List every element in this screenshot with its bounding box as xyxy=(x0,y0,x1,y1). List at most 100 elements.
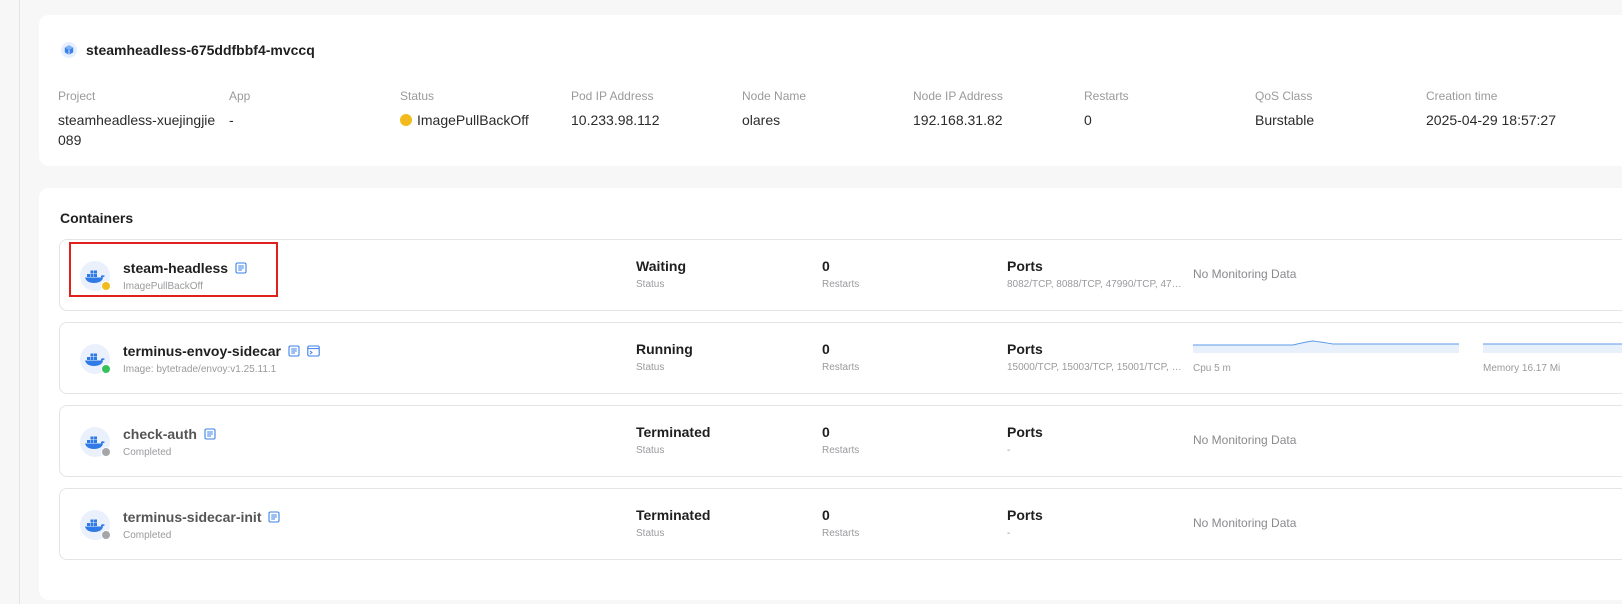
field-label: Node Name xyxy=(742,89,807,103)
pod-info-card: steamheadless-675ddfbbf4-mvccq Project s… xyxy=(39,15,1622,166)
memory-label: Memory 16.17 Mi xyxy=(1483,363,1561,374)
doc-icon[interactable] xyxy=(288,345,300,357)
no-monitoring-data: No Monitoring Data xyxy=(1193,516,1297,530)
container-row-terminus-envoy-sidecar[interactable]: terminus-envoy-sidecar Image: bytetrade/… xyxy=(59,322,1622,394)
ports-label: Ports xyxy=(1007,258,1043,274)
ports-metric: Ports 8082/TCP, 8088/TCP, 47990/TCP, 479… xyxy=(1007,258,1187,290)
container-sub: Image: bytetrade/envoy:v1.25.11.1 xyxy=(123,364,277,375)
page-left-border xyxy=(19,0,20,604)
restarts-metric: 0 Restarts xyxy=(822,341,859,373)
cpu-label: Cpu 5 m xyxy=(1193,363,1231,374)
container-name[interactable]: check-auth xyxy=(123,426,216,442)
container-name-text[interactable]: steam-headless xyxy=(123,260,228,276)
terminal-icon[interactable] xyxy=(307,345,320,357)
field-value: 2025-04-29 18:57:27 xyxy=(1426,112,1556,128)
cpu-sparkline xyxy=(1193,340,1459,353)
container-name-text[interactable]: check-auth xyxy=(123,426,197,442)
status-dot xyxy=(400,114,412,126)
ports-value: 8082/TCP, 8088/TCP, 47990/TCP, 47984/TCP xyxy=(1007,279,1187,290)
ports-label: Ports xyxy=(1007,507,1043,523)
ports-value: - xyxy=(1007,445,1011,456)
status-label: Status xyxy=(636,279,665,290)
container-name[interactable]: terminus-sidecar-init xyxy=(123,509,281,525)
ports-metric: Ports - xyxy=(1007,424,1187,456)
container-status-dot xyxy=(101,364,111,374)
field-label: QoS Class xyxy=(1255,89,1313,103)
status-label: Status xyxy=(636,528,665,539)
doc-icon[interactable] xyxy=(235,262,247,274)
field-value: - xyxy=(229,112,234,128)
field-status: Status ImagePullBackOff xyxy=(400,88,570,130)
memory-sparkline xyxy=(1483,343,1622,353)
pod-cube-icon xyxy=(61,42,77,58)
field-label: Project xyxy=(58,89,96,103)
status-metric: Terminated Status xyxy=(636,507,710,539)
container-sub: Completed xyxy=(123,447,172,458)
status-value: Running xyxy=(636,341,693,357)
status-metric: Running Status xyxy=(636,341,693,373)
field-value-status: ImagePullBackOff xyxy=(400,110,570,130)
no-monitoring-data: No Monitoring Data xyxy=(1193,433,1297,447)
doc-icon[interactable] xyxy=(204,428,216,440)
restarts-metric: 0 Restarts xyxy=(822,424,859,456)
field-value: 10.233.98.112 xyxy=(571,112,660,128)
container-status-dot xyxy=(101,281,111,291)
field-label: Status xyxy=(400,89,435,103)
no-monitoring-data: No Monitoring Data xyxy=(1193,267,1297,281)
ports-value: - xyxy=(1007,528,1011,539)
container-name[interactable]: steam-headless xyxy=(123,260,247,276)
ports-metric: Ports 15000/TCP, 15003/TCP, 15001/TCP, 1… xyxy=(1007,341,1187,373)
field-value: 0 xyxy=(1084,112,1092,128)
restarts-metric: 0 Restarts xyxy=(822,258,859,290)
pod-title: steamheadless-675ddfbbf4-mvccq xyxy=(86,42,315,58)
status-metric: Waiting Status xyxy=(636,258,686,290)
container-row-terminus-sidecar-init[interactable]: terminus-sidecar-init Completed Terminat… xyxy=(59,488,1622,560)
field-app: App - xyxy=(229,88,399,130)
container-name-text[interactable]: terminus-envoy-sidecar xyxy=(123,343,281,359)
ports-value: 15000/TCP, 15003/TCP, 15001/TCP, 15002/T… xyxy=(1007,362,1187,373)
field-label: App xyxy=(229,89,251,103)
field-creation-time: Creation time 2025-04-29 18:57:27 xyxy=(1426,88,1596,130)
field-qos-class: QoS Class Burstable xyxy=(1255,88,1425,130)
restarts-label: Restarts xyxy=(822,445,860,456)
status-value: Terminated xyxy=(636,507,711,523)
field-node-ip: Node IP Address 192.168.31.82 xyxy=(913,88,1083,130)
container-row-steam-headless[interactable]: steam-headless ImagePullBackOff Waiting … xyxy=(59,239,1622,311)
container-status-dot xyxy=(101,530,111,540)
field-label: Restarts xyxy=(1084,89,1129,103)
containers-title: Containers xyxy=(60,210,134,226)
restarts-value: 0 xyxy=(822,424,830,440)
field-value: 192.168.31.82 xyxy=(913,112,1003,128)
restarts-label: Restarts xyxy=(822,528,860,539)
restarts-label: Restarts xyxy=(822,362,860,373)
ports-label: Ports xyxy=(1007,341,1043,357)
container-sub: Completed xyxy=(123,530,172,541)
field-label: Creation time xyxy=(1426,89,1498,103)
field-label: Node IP Address xyxy=(913,89,1003,103)
field-value: Burstable xyxy=(1255,112,1315,128)
field-value: olares xyxy=(742,112,781,128)
container-name-text[interactable]: terminus-sidecar-init xyxy=(123,509,261,525)
container-row-check-auth[interactable]: check-auth Completed Terminated Status 0… xyxy=(59,405,1622,477)
restarts-value: 0 xyxy=(822,258,830,274)
pod-header: steamheadless-675ddfbbf4-mvccq xyxy=(61,42,315,58)
field-node-name: Node Name olares xyxy=(742,88,912,130)
field-restarts: Restarts 0 xyxy=(1084,88,1254,130)
containers-card: Containers steam-headless ImagePullBackO… xyxy=(39,188,1622,600)
field-value: steamheadless-xuejingjie089 xyxy=(58,112,216,148)
restarts-value: 0 xyxy=(822,507,830,523)
ports-metric: Ports - xyxy=(1007,507,1187,539)
restarts-value: 0 xyxy=(822,341,830,357)
doc-icon[interactable] xyxy=(268,511,281,523)
status-value: Terminated xyxy=(636,424,711,440)
restarts-label: Restarts xyxy=(822,279,860,290)
ports-label: Ports xyxy=(1007,424,1043,440)
field-project: Project steamheadless-xuejingjie089 xyxy=(58,88,228,150)
container-status-dot xyxy=(101,447,111,457)
container-name[interactable]: terminus-envoy-sidecar xyxy=(123,343,320,359)
status-label: Status xyxy=(636,445,665,456)
restarts-metric: 0 Restarts xyxy=(822,507,859,539)
field-pod-ip: Pod IP Address 10.233.98.112 xyxy=(571,88,741,130)
container-sub: ImagePullBackOff xyxy=(123,281,203,292)
status-label: Status xyxy=(636,362,665,373)
